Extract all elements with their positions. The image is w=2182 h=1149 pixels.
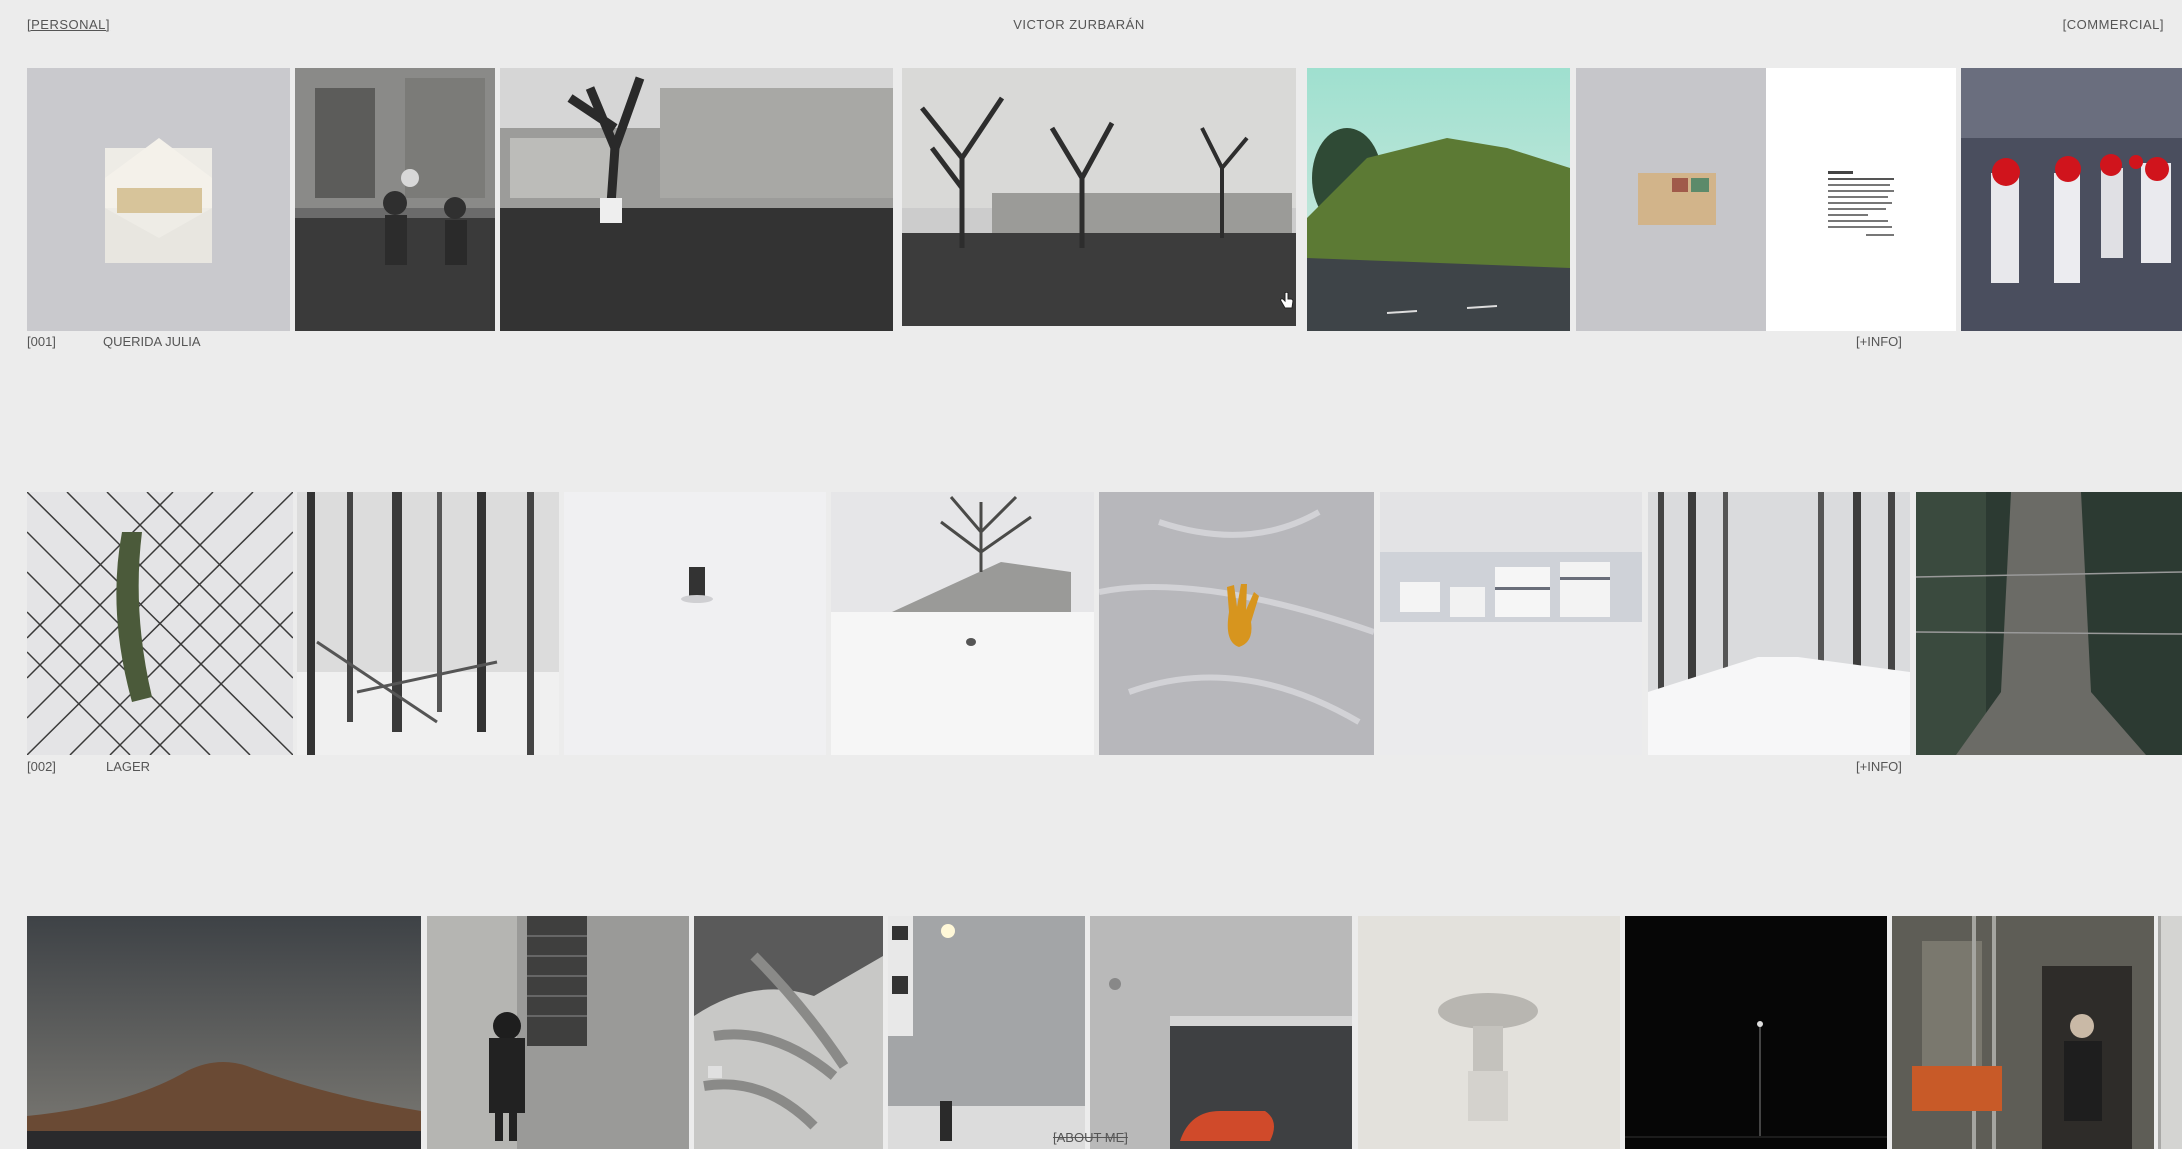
photo-bw-bare-trees[interactable]	[902, 68, 1296, 326]
project-title-lager[interactable]: LAGER	[106, 759, 150, 774]
photo-letter-text-page[interactable]	[1766, 68, 1956, 331]
project-id-002: [002]	[27, 759, 56, 774]
hand-pointer-icon	[1280, 291, 1294, 315]
photo-satellite-dish[interactable]	[1358, 916, 1620, 1149]
photo-bw-hands[interactable]	[694, 916, 883, 1149]
photo-street-signage[interactable]	[888, 916, 1085, 1149]
photo-garage-sports-car[interactable]	[1090, 916, 1352, 1149]
photo-partial-edge[interactable]	[2158, 916, 2182, 1149]
project-row-002	[27, 492, 2182, 755]
photo-postcard[interactable]	[1576, 68, 1766, 331]
site-title[interactable]: VICTOR ZURBARÁN	[0, 17, 2158, 32]
project-id-001: [001]	[27, 334, 56, 349]
project-title-querida-julia[interactable]: QUERIDA JULIA	[103, 334, 201, 349]
about-me-link[interactable]: [ABOUT ME]	[1053, 1130, 1128, 1145]
photo-volcano-dusk[interactable]	[27, 916, 421, 1149]
project-info-link-001[interactable]: [+INFO]	[1856, 334, 1902, 349]
photo-envelope[interactable]	[27, 68, 290, 331]
photo-snow-tree-building[interactable]	[831, 492, 1094, 755]
photo-snow-object[interactable]	[564, 492, 826, 755]
photo-person-at-wall[interactable]	[427, 916, 689, 1149]
photo-snowy-town[interactable]	[1380, 492, 1642, 755]
project-row-003	[27, 916, 2182, 1149]
photo-snow-path-forest[interactable]	[1648, 492, 1910, 755]
photo-subway-passenger[interactable]	[1892, 916, 2154, 1149]
header-commercial-link[interactable]: [COMMERCIAL]	[2063, 17, 2164, 32]
photo-snowy-forest[interactable]	[297, 492, 559, 755]
photo-night-streetlight[interactable]	[1625, 916, 1887, 1149]
photo-bw-people-village[interactable]	[295, 68, 495, 331]
project-info-link-002[interactable]: [+INFO]	[1856, 759, 1902, 774]
project-row-001	[27, 68, 2182, 331]
photo-fence-branch[interactable]	[27, 492, 293, 755]
photo-orange-glove-ice[interactable]	[1099, 492, 1374, 755]
photo-bw-tree-village[interactable]	[500, 68, 893, 331]
photo-road-greenery[interactable]	[1307, 68, 1570, 331]
photo-tree-trunk-barbed-wire[interactable]	[1916, 492, 2182, 755]
photo-negative-red-dots[interactable]	[1961, 68, 2182, 331]
